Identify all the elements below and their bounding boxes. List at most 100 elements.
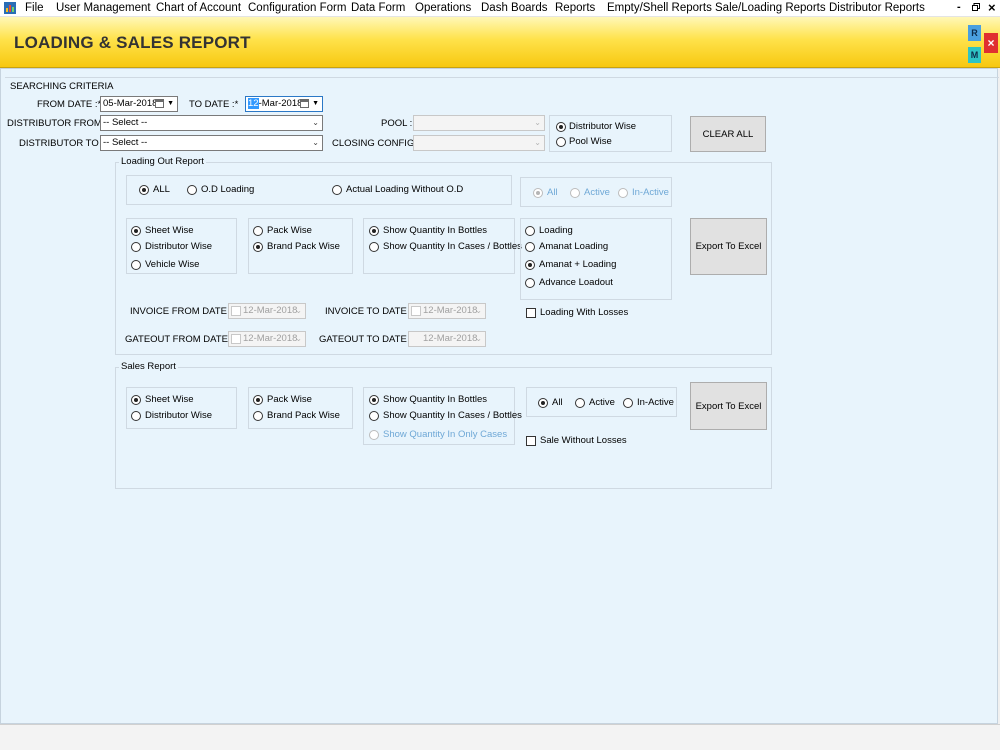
sales-pack-wise-radio[interactable] [253,395,263,405]
from-date-picker[interactable]: 05-Mar-2018 ▼ [100,96,178,112]
minimize-button[interactable]: - [957,0,961,15]
sale-without-losses-label: Sale Without Losses [540,435,627,446]
loading-export-excel-button[interactable]: Export To Excel [690,218,767,275]
to-date-label: TO DATE :* [189,99,239,110]
to-date-picker[interactable]: 12-Mar-2018 ▼ [245,96,323,112]
header-m-button[interactable]: M [968,47,981,63]
menu-user-management[interactable]: User Management [56,2,151,15]
sales-status-inactive-label: In-Active [637,397,674,408]
menu-sale-loading-reports[interactable]: Sale/Loading Reports [715,2,826,15]
loading-status-inactive-radio[interactable] [618,188,628,198]
menu-data-form[interactable]: Data Form [351,2,405,15]
amanat-plus-loading-radio[interactable] [525,260,535,270]
gateout-to-date-label: GATEOUT TO DATE : [319,334,413,345]
gateout-from-date-checkbox[interactable] [231,334,241,344]
sales-status-active-radio[interactable] [575,398,585,408]
pool-wise-label: Pool Wise [569,136,612,147]
from-date-value: 05-Mar-2018 [103,98,158,109]
from-date-label: FROM DATE :* [37,99,102,110]
od-loading-label: O.D Loading [201,184,255,195]
to-date-selected-part: 12 [248,98,259,109]
loading-brand-pack-wise-radio[interactable] [253,242,263,252]
actual-loading-radio[interactable] [332,185,342,195]
sales-pack-wise-label: Pack Wise [267,394,312,405]
loading-qty-bottles-label: Show Quantity In Bottles [383,225,488,236]
header-close-button[interactable]: × [984,33,998,53]
pool-select[interactable]: ⌄ [413,115,545,131]
chevron-down-icon: ⌄ [475,334,482,343]
loading-with-losses-checkbox[interactable] [526,308,536,318]
distributor-to-label: DISTRIBUTOR TO : [19,138,104,149]
sales-qty-only-cases-label: Show Quantity In Only Cases [383,429,508,440]
menu-dash-boards[interactable]: Dash Boards [481,2,547,15]
loading-all-label: ALL [153,184,170,195]
menu-configuration-form[interactable]: Configuration Form [248,2,346,15]
invoice-to-date-picker[interactable]: 12-Mar-2018 ⌄ [408,303,486,319]
header-r-button[interactable]: R [968,25,981,41]
menu-chart-of-account[interactable]: Chart of Account [156,2,241,15]
loading-with-losses-label: Loading With Losses [540,307,629,318]
menu-distributor-reports[interactable]: Distributor Reports [829,2,925,15]
menu-empty-shell-reports[interactable]: Empty/Shell Reports [607,2,712,15]
gateout-to-date-value: 12-Mar-2018 [423,333,478,344]
invoice-from-date-checkbox[interactable] [231,306,241,316]
page-title: LOADING & SALES REPORT [14,33,251,52]
loading-vehicle-wise-radio[interactable] [131,260,141,270]
distributor-from-label: DISTRIBUTOR FROM : [7,118,108,129]
amanat-loading-radio[interactable] [525,242,535,252]
loading-qty-bottles-radio[interactable] [369,226,379,236]
sales-distributor-wise-radio[interactable] [131,411,141,421]
menu-file[interactable]: File [25,2,44,15]
sales-qty-only-cases-radio[interactable] [369,430,379,440]
invoice-to-date-checkbox[interactable] [411,306,421,316]
pool-label: POOL : [381,118,413,129]
distributor-to-value: -- Select -- [103,137,148,148]
menu-operations[interactable]: Operations [415,2,471,15]
loading-all-radio[interactable] [139,185,149,195]
clear-all-button[interactable]: CLEAR ALL [690,116,766,152]
loading-label: Loading [539,225,573,236]
status-bar [0,724,1000,750]
sales-export-excel-button[interactable]: Export To Excel [690,382,767,430]
loading-status-inactive-label: In-Active [632,187,669,198]
loading-distributor-wise-radio[interactable] [131,242,141,252]
sales-brand-pack-wise-radio[interactable] [253,411,263,421]
restore-icon[interactable] [972,0,980,16]
gateout-from-date-picker[interactable]: 12-Mar-2018 ⌄ [228,331,306,347]
loading-status-active-radio[interactable] [570,188,580,198]
sales-qty-bottles-radio[interactable] [369,395,379,405]
sales-qty-cases-radio[interactable] [369,411,379,421]
loading-status-active-label: Active [584,187,610,198]
close-button[interactable]: × [988,0,996,15]
advance-loadout-radio[interactable] [525,278,535,288]
pool-wise-radio[interactable] [556,137,566,147]
gateout-to-date-picker[interactable]: 12-Mar-2018 ⌄ [408,331,486,347]
loading-status-all-radio[interactable] [533,188,543,198]
distributor-from-select[interactable]: -- Select -- ⌄ [100,115,323,131]
amanat-plus-loading-label: Amanat + Loading [539,259,617,270]
sales-report-legend: Sales Report [119,361,178,373]
closing-config-select[interactable]: ⌄ [413,135,545,151]
invoice-from-date-picker[interactable]: 12-Mar-2018 ⌄ [228,303,306,319]
distributor-to-select[interactable]: -- Select -- ⌄ [100,135,323,151]
loading-radio[interactable] [525,226,535,236]
chevron-down-icon: ⌄ [534,118,541,127]
loading-sheet-wise-radio[interactable] [131,226,141,236]
sale-without-losses-checkbox[interactable] [526,436,536,446]
loading-qty-cases-radio[interactable] [369,242,379,252]
od-loading-radio[interactable] [187,185,197,195]
sales-status-inactive-radio[interactable] [623,398,633,408]
loading-pack-wise-radio[interactable] [253,226,263,236]
chevron-down-icon: ⌄ [312,138,319,147]
loading-sheet-wise-label: Sheet Wise [145,225,194,236]
chevron-down-icon: ⌄ [295,306,302,315]
menu-reports[interactable]: Reports [555,2,595,15]
distributor-from-value: -- Select -- [103,117,148,128]
sales-status-all-radio[interactable] [538,398,548,408]
invoice-to-date-label: INVOICE TO DATE : [325,306,413,317]
to-date-value: -Mar-2018 [258,98,303,109]
distributor-wise-radio[interactable] [556,122,566,132]
sales-qty-bottles-label: Show Quantity In Bottles [383,394,488,405]
sales-sheet-wise-radio[interactable] [131,395,141,405]
sales-sheet-wise-label: Sheet Wise [145,394,194,405]
